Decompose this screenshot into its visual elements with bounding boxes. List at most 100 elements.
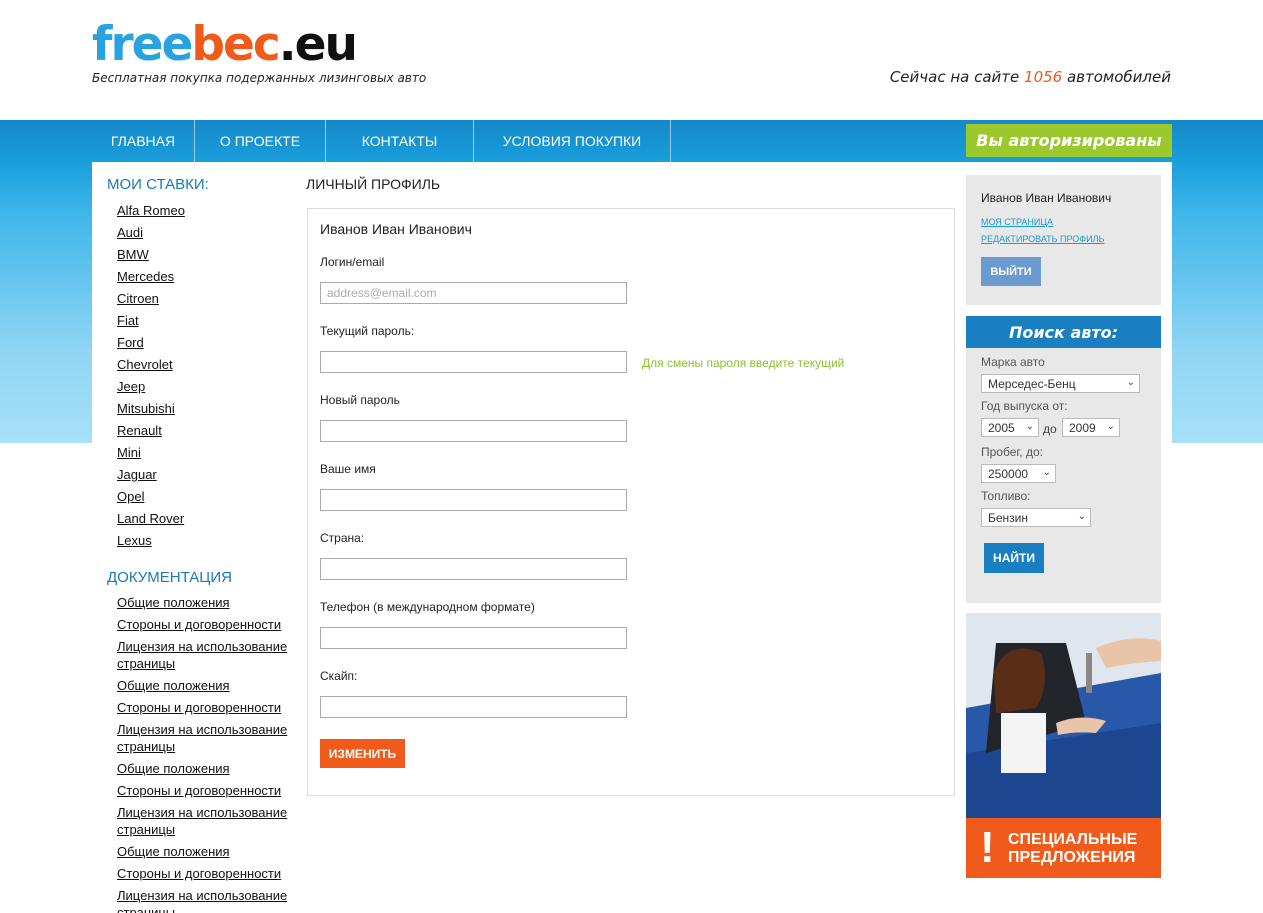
brand-link[interactable]: Chevrolet xyxy=(117,357,173,372)
brand-link[interactable]: Alfa Romeo xyxy=(117,203,185,218)
nav-item-home[interactable]: Главная xyxy=(92,120,195,162)
chevron-down-icon: ⌄ xyxy=(1126,377,1135,388)
docs-list-item: Стороны и договоренности xyxy=(117,866,297,883)
skype-input[interactable] xyxy=(320,696,627,718)
docs-list-item: Общие положения xyxy=(117,844,297,861)
docs-list-item: Лицензия на использование страницы xyxy=(117,805,297,839)
brand-label: Марка авто xyxy=(981,355,1045,369)
brand-link[interactable]: Lexus xyxy=(117,533,152,548)
year-from-value: 2005 xyxy=(988,420,1015,435)
docs-list: Общие положения Стороны и договоренности Л… xyxy=(117,595,297,913)
doc-link[interactable]: Стороны и договоренности xyxy=(117,617,281,632)
country-label: Страна: xyxy=(320,531,365,545)
promo-illustration xyxy=(966,613,1161,818)
brand-select[interactable]: Мерседес-Бенц ⌄ xyxy=(981,374,1140,393)
mileage-select[interactable]: 250000 ⌄ xyxy=(981,464,1056,483)
brand-link[interactable]: Ford xyxy=(117,335,144,350)
brand-list: Alfa Romeo Audi BMW Mercedes Citroen Fiat Ford… xyxy=(117,200,297,552)
edit-profile-link[interactable]: Редактировать профиль xyxy=(981,234,1104,244)
find-button[interactable]: Найти xyxy=(984,543,1044,573)
your-name-label: Ваше имя xyxy=(320,462,376,476)
your-name-input[interactable] xyxy=(320,489,627,511)
docs-list-item: Лицензия на использование страницы xyxy=(117,722,297,756)
doc-link[interactable]: Общие положения xyxy=(117,761,230,776)
mileage-value: 250000 xyxy=(988,466,1029,481)
logo-part-free: free xyxy=(92,17,193,72)
nav-item-purchase-terms[interactable]: Условия покупки xyxy=(474,120,671,162)
fuel-select[interactable]: Бензин ⌄ xyxy=(981,508,1091,527)
my-page-link[interactable]: Моя страница xyxy=(981,217,1053,227)
user-name: Иванов Иван Иванович xyxy=(981,191,1112,205)
brand-list-item: Lexus xyxy=(117,530,297,552)
current-password-input[interactable] xyxy=(320,351,627,373)
main-nav: Главная О проекте Контакты Условия покуп… xyxy=(92,120,671,162)
phone-input[interactable] xyxy=(320,627,627,649)
brand-list-item: Mercedes xyxy=(117,266,297,288)
brand-list-item: Renault xyxy=(117,420,297,442)
brand-link[interactable]: Audi xyxy=(117,225,143,240)
brand-list-item: Alfa Romeo xyxy=(117,200,297,222)
login-label: Логин/email xyxy=(320,255,385,269)
brand-link[interactable]: Fiat xyxy=(117,313,139,328)
nav-item-about[interactable]: О проекте xyxy=(195,120,326,162)
brand-link[interactable]: Mercedes xyxy=(117,269,174,284)
year-from-select[interactable]: 2005 ⌄ xyxy=(981,418,1039,437)
brand-link[interactable]: Citroen xyxy=(117,291,159,306)
chevron-down-icon: ⌄ xyxy=(1025,421,1034,432)
brand-link[interactable]: Jaguar xyxy=(117,467,157,482)
docs-list-item: Стороны и договоренности xyxy=(117,700,297,717)
doc-link[interactable]: Лицензия на использование страницы xyxy=(117,888,287,913)
brand-list-item: BMW xyxy=(117,244,297,266)
doc-link[interactable]: Стороны и договоренности xyxy=(117,700,281,715)
skype-label: Скайп: xyxy=(320,669,358,683)
current-password-hint: Для смены пароля введите текущий xyxy=(642,356,845,370)
user-box: Иванов Иван Иванович Моя страница Редакт… xyxy=(966,175,1161,305)
country-input[interactable] xyxy=(320,558,627,580)
brand-link[interactable]: Mini xyxy=(117,445,141,460)
doc-link[interactable]: Общие положения xyxy=(117,595,230,610)
save-profile-button[interactable]: Изменить xyxy=(320,739,405,768)
login-email-input[interactable] xyxy=(320,282,627,304)
year-from-label: Год выпуска от: xyxy=(981,399,1068,413)
chevron-down-icon: ⌄ xyxy=(1042,467,1051,478)
search-title: Поиск авто: xyxy=(966,316,1161,348)
fuel-label: Топливо: xyxy=(981,489,1031,503)
doc-link[interactable]: Лицензия на использование страницы xyxy=(117,805,287,837)
chevron-down-icon: ⌄ xyxy=(1106,421,1115,432)
brand-link[interactable]: Mitsubishi xyxy=(117,401,175,416)
logout-button[interactable]: Выйти xyxy=(981,257,1041,286)
promo-text: Специальные предложения xyxy=(1008,831,1137,867)
doc-link[interactable]: Стороны и договоренности xyxy=(117,783,281,798)
site-logo[interactable]: freebec.eu xyxy=(92,17,358,72)
brand-list-item: Mini xyxy=(117,442,297,464)
doc-link[interactable]: Общие положения xyxy=(117,844,230,859)
year-to-select[interactable]: 2009 ⌄ xyxy=(1062,418,1120,437)
docs-list-item: Общие положения xyxy=(117,678,297,695)
doc-link[interactable]: Лицензия на использование страницы xyxy=(117,639,287,671)
exclamation-icon: ! xyxy=(980,823,995,872)
new-password-input[interactable] xyxy=(320,420,627,442)
year-to-label: до xyxy=(1043,422,1057,436)
promo-line2: предложения xyxy=(1008,849,1136,866)
brand-link[interactable]: BMW xyxy=(117,247,149,262)
nav-item-contacts[interactable]: Контакты xyxy=(326,120,474,162)
site-count-number: 1056 xyxy=(1024,68,1063,86)
doc-link[interactable]: Лицензия на использование страницы xyxy=(117,722,287,754)
auth-status-badge: Вы авторизированы xyxy=(966,124,1172,157)
docs-list-item: Лицензия на использование страницы xyxy=(117,639,297,673)
brand-link[interactable]: Renault xyxy=(117,423,162,438)
special-offers-banner[interactable]: ! Специальные предложения xyxy=(966,613,1161,878)
current-password-label: Текущий пароль: xyxy=(320,324,415,338)
docs-list-item: Общие положения xyxy=(117,761,297,778)
bids-section-title: Мои ставки: xyxy=(107,176,209,193)
docs-list-item: Стороны и договоренности xyxy=(117,783,297,800)
page-title: Личный профиль xyxy=(306,176,441,192)
doc-link[interactable]: Стороны и договоренности xyxy=(117,866,281,881)
doc-link[interactable]: Общие положения xyxy=(117,678,230,693)
site-count-prefix: Сейчас на сайте xyxy=(889,68,1025,86)
promo-photo xyxy=(966,613,1161,818)
brand-link[interactable]: Jeep xyxy=(117,379,145,394)
brand-link[interactable]: Land Rover xyxy=(117,511,184,526)
brand-list-item: Land Rover xyxy=(117,508,297,530)
brand-link[interactable]: Opel xyxy=(117,489,144,504)
